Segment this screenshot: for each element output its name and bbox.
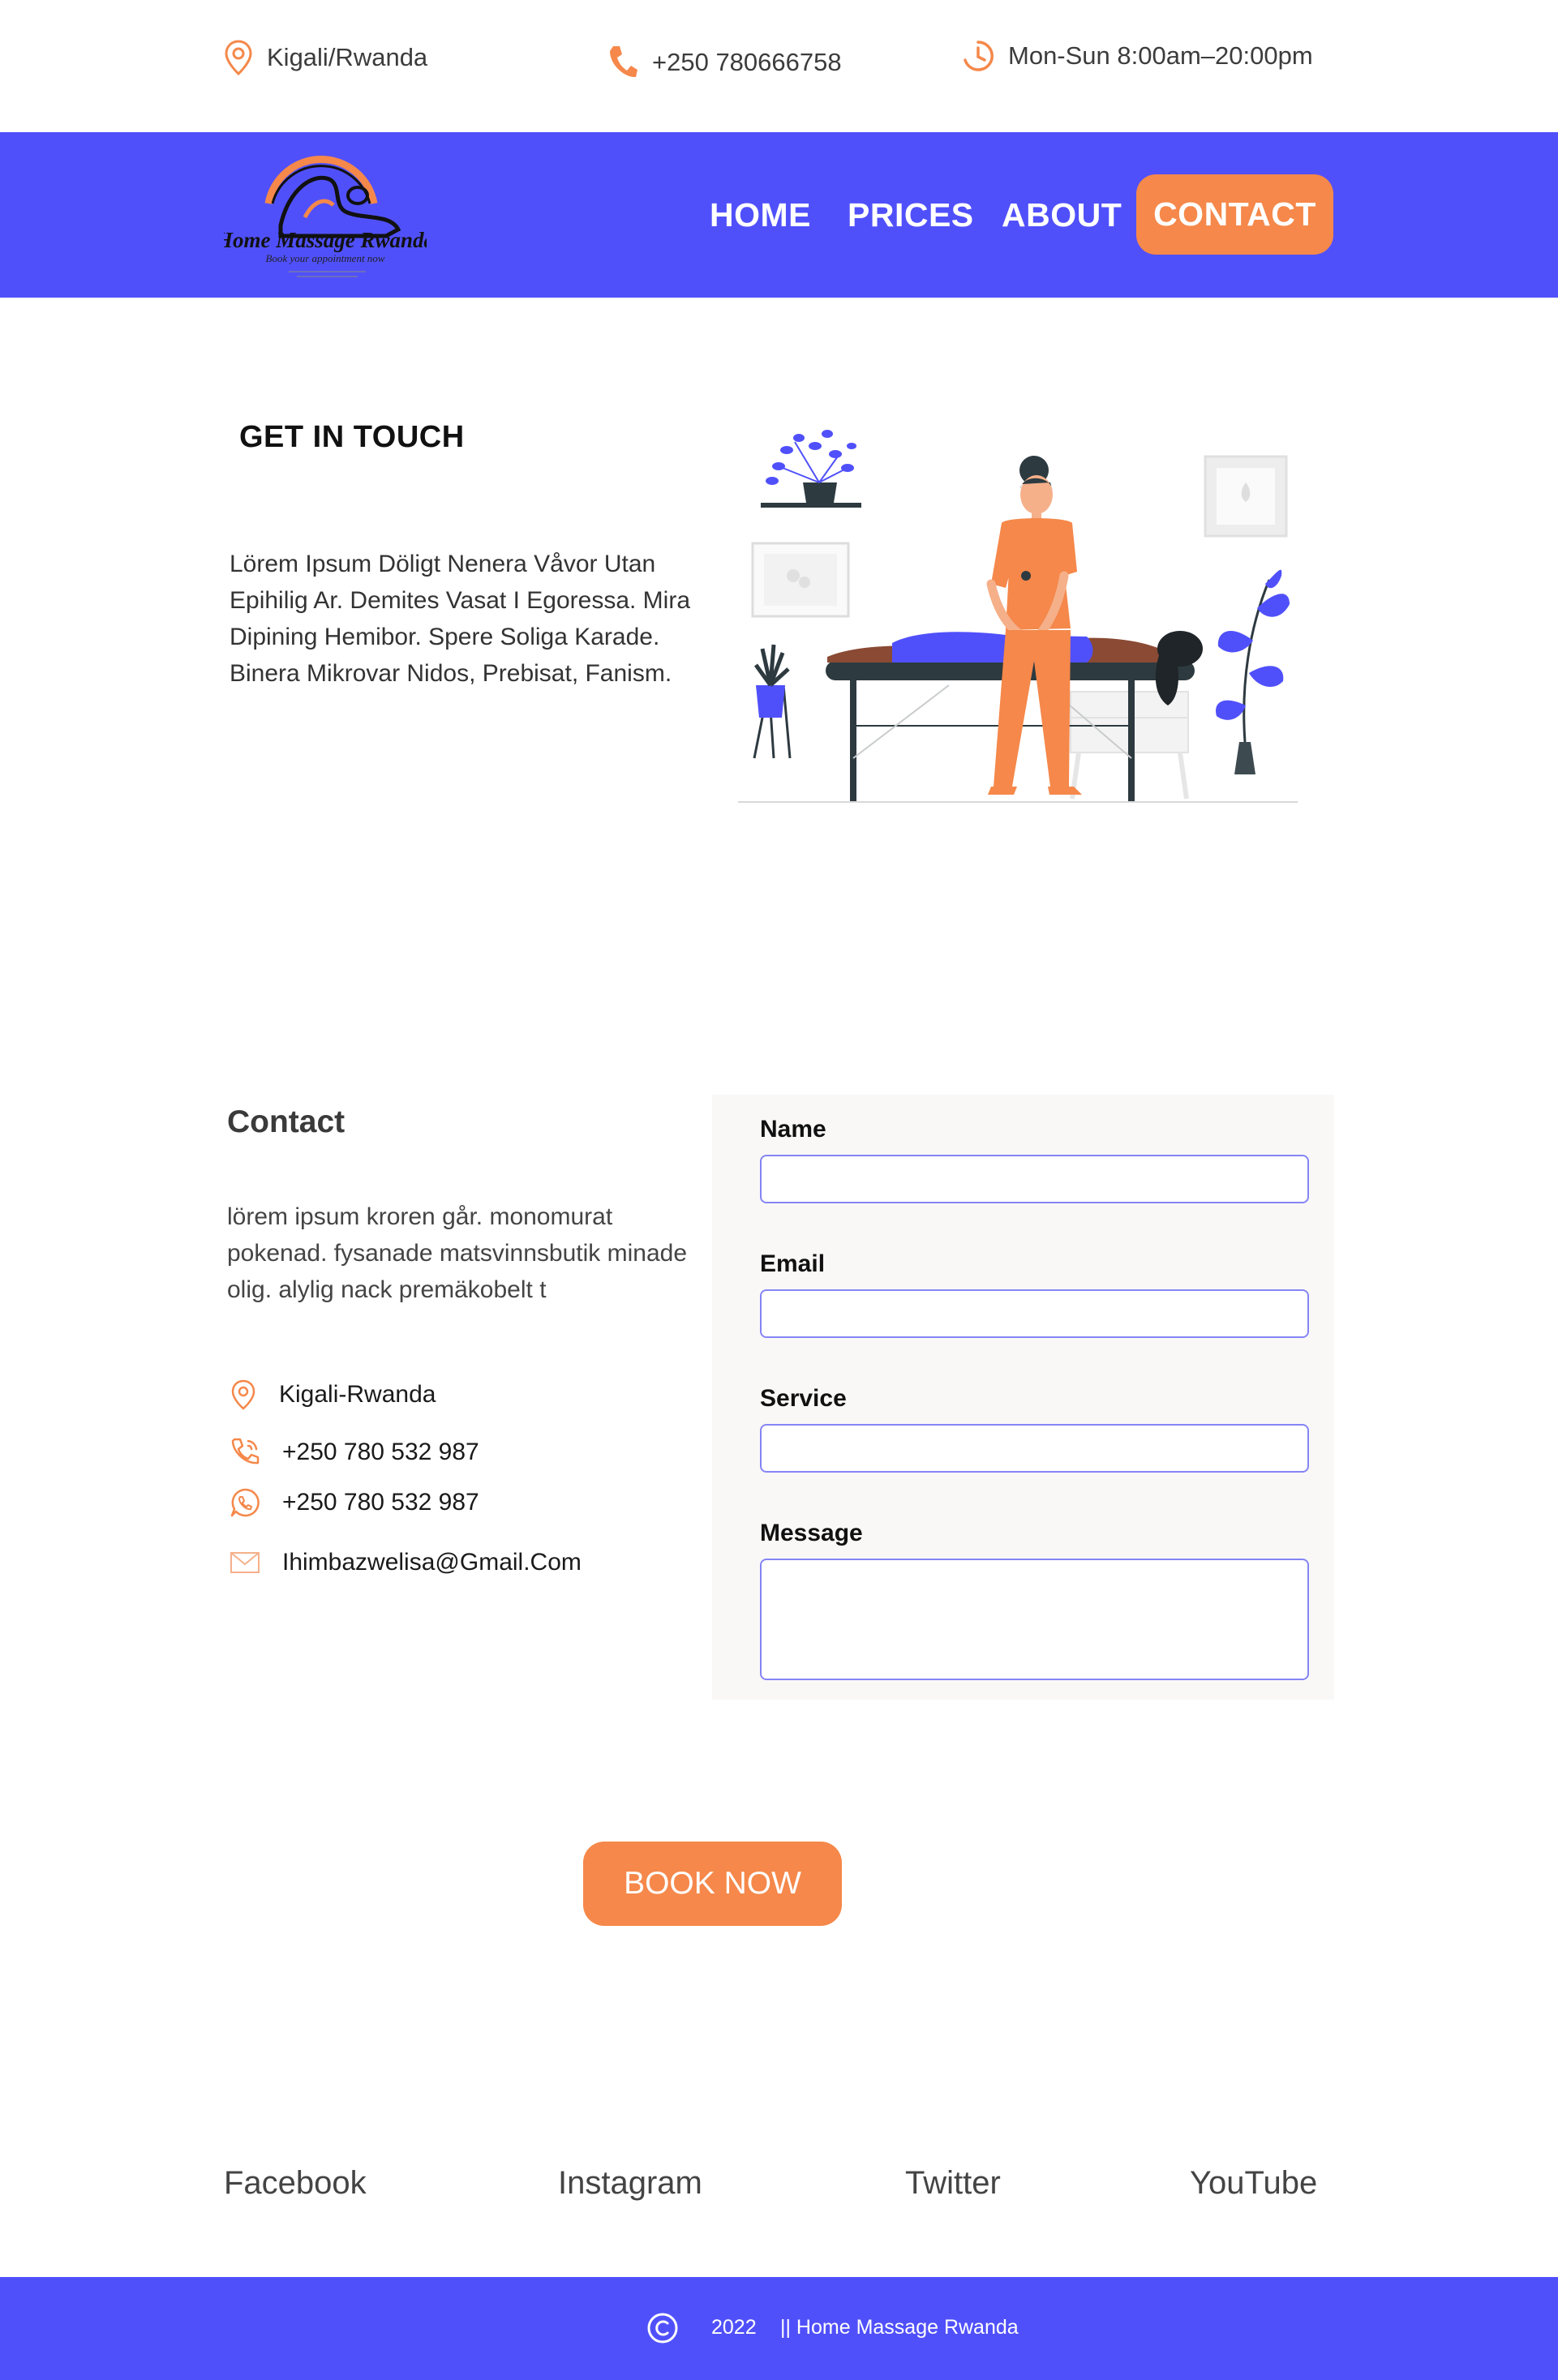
topbar-hours-text: Mon-Sun 8:00am–20:00pm xyxy=(1008,41,1313,70)
contact-title: Contact xyxy=(227,1104,346,1139)
contact-email[interactable]: Ihimbazwelisa@Gmail.Com xyxy=(229,1549,582,1576)
contact-form: Name Email Service Message xyxy=(712,1095,1334,1700)
contact-address: Kigali-Rwanda xyxy=(229,1379,436,1411)
topbar-phone[interactable]: +250 780666758 xyxy=(607,44,842,81)
topbar-location-text: Kigali/Rwanda xyxy=(267,43,428,71)
footer-year: 2022 xyxy=(711,2316,757,2339)
social-twitter-link[interactable]: Twitter xyxy=(905,2165,1001,2202)
svg-text:Book your appointment now: Book your appointment now xyxy=(266,252,385,264)
location-pin-icon xyxy=(231,1379,255,1410)
email-label: Email xyxy=(760,1250,826,1277)
location-pin-icon xyxy=(225,40,252,76)
contact-whatsapp[interactable]: +250 780 532 987 xyxy=(229,1486,479,1519)
main-navbar: Home Massage Rwanda Book your appointmen… xyxy=(0,132,1558,298)
footer: 2022 || Home Massage Rwanda xyxy=(0,2277,1558,2380)
topbar-phone-text: +250 780666758 xyxy=(652,48,842,76)
topbar-hours: Mon-Sun 8:00am–20:00pm xyxy=(961,39,1313,73)
name-label: Name xyxy=(760,1116,826,1143)
contact-body: lörem ipsum kroren går. monomurat pokena… xyxy=(227,1203,688,1303)
service-label: Service xyxy=(760,1385,847,1412)
contact-phone-text: +250 780 532 987 xyxy=(282,1439,479,1465)
contact-address-text: Kigali-Rwanda xyxy=(279,1381,436,1408)
contact-phone[interactable]: +250 780 532 987 xyxy=(229,1436,479,1469)
home-massage-rwanda-logo[interactable]: Home Massage Rwanda Book your appointmen… xyxy=(224,140,427,286)
nav-home[interactable]: HOME xyxy=(710,132,811,298)
massage-illustration xyxy=(738,430,1298,803)
whatsapp-icon xyxy=(230,1488,260,1517)
message-label: Message xyxy=(760,1520,863,1546)
nav-prices[interactable]: PRICES xyxy=(848,132,974,298)
topbar-location: Kigali/Rwanda xyxy=(223,39,427,76)
nav-contact-button[interactable]: CONTACT xyxy=(1136,174,1333,255)
copyright-icon xyxy=(647,2313,678,2344)
get-in-touch-title: GET IN TOUCH xyxy=(239,420,465,454)
name-input[interactable] xyxy=(760,1155,1309,1203)
top-info-bar: Kigali/Rwanda +250 780666758 Mon-Sun 8:0… xyxy=(0,0,1558,132)
footer-company-name: || Home Massage Rwanda xyxy=(780,2316,1019,2339)
phone-call-icon xyxy=(231,1438,260,1464)
book-now-button[interactable]: BOOK NOW xyxy=(583,1842,842,1926)
contact-whatsapp-text: +250 780 532 987 xyxy=(282,1489,479,1516)
social-youtube-link[interactable]: YouTube xyxy=(1190,2165,1317,2202)
clock-icon xyxy=(964,41,994,71)
phone-icon xyxy=(610,46,637,78)
contact-email-text: Ihimbazwelisa@Gmail.Com xyxy=(282,1549,582,1576)
social-facebook-link[interactable]: Facebook xyxy=(224,2165,367,2202)
social-instagram-link[interactable]: Instagram xyxy=(558,2165,702,2202)
service-input[interactable] xyxy=(760,1424,1309,1473)
get-in-touch-body: Lörem Ipsum Döligt Nenera Våvor Utan Epi… xyxy=(230,551,691,687)
mail-icon xyxy=(230,1552,260,1573)
email-input[interactable] xyxy=(760,1289,1309,1338)
svg-text:Home Massage Rwanda: Home Massage Rwanda xyxy=(224,228,427,252)
message-textarea[interactable] xyxy=(760,1559,1309,1680)
nav-about[interactable]: ABOUT xyxy=(1002,132,1122,298)
